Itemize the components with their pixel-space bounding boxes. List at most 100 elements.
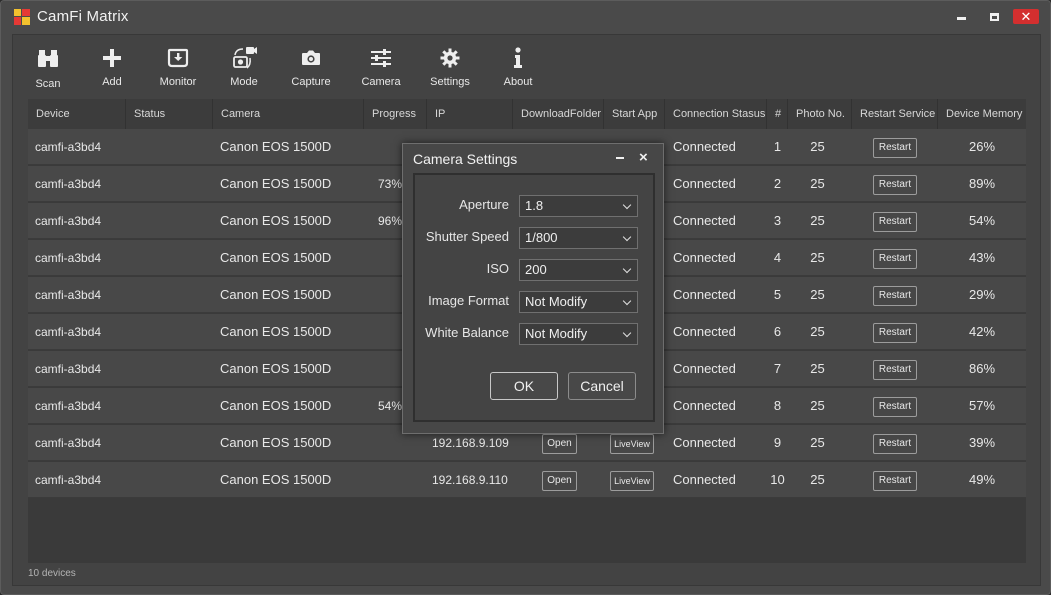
connection-status-cell: Connected — [673, 435, 736, 450]
sliders-icon — [346, 45, 416, 71]
toolbar-settings-button[interactable]: Settings — [415, 45, 485, 97]
device-name-cell: camfi-a3bd4 — [35, 325, 102, 339]
table-row[interactable]: camfi-a3bd4 Canon EOS 1500D 192.168.9.110 O… — [28, 462, 1026, 498]
index-cell: 7 — [773, 361, 782, 376]
column-header-camera[interactable]: Camera — [213, 99, 364, 129]
maximize-window-button[interactable] — [981, 9, 1007, 24]
shutter-speed-label: Shutter Speed — [425, 229, 509, 244]
index-cell: 1 — [773, 139, 782, 154]
app-title: CamFi Matrix — [37, 8, 129, 25]
index-cell: 10 — [770, 472, 785, 487]
device-memory-cell: 42% — [968, 324, 996, 339]
aperture-select[interactable]: 1.8 — [519, 195, 638, 217]
index-cell: 6 — [773, 324, 782, 339]
shutter-speed-value: 1/800 — [525, 230, 558, 245]
restart-service-button[interactable]: Restart — [873, 286, 917, 306]
toolbar-camera-button[interactable]: Camera — [346, 45, 416, 97]
chevron-down-icon — [622, 200, 632, 210]
toolbar-label: Capture — [291, 76, 331, 88]
gear-icon — [415, 45, 485, 71]
minimize-window-button[interactable] — [949, 9, 975, 24]
camera-model-cell: Canon EOS 1500D — [220, 398, 332, 413]
index-cell: 3 — [773, 213, 782, 228]
restart-service-button[interactable]: Restart — [873, 323, 917, 343]
restart-service-button[interactable]: Restart — [873, 212, 917, 232]
aperture-value: 1.8 — [525, 198, 544, 213]
column-header-index[interactable]: # — [767, 99, 788, 129]
device-name-cell: camfi-a3bd4 — [35, 362, 102, 376]
column-header-download-folder[interactable]: DownloadFolder — [513, 99, 604, 129]
toolbar-label: Settings — [430, 76, 470, 88]
camera-icon — [276, 45, 346, 71]
connection-status-cell: Connected — [673, 324, 736, 339]
camera-model-cell: Canon EOS 1500D — [220, 176, 332, 191]
ok-button[interactable]: OK — [490, 372, 558, 400]
device-memory-cell: 49% — [968, 472, 996, 487]
restart-service-button[interactable]: Restart — [873, 249, 917, 269]
column-header-connection-status[interactable]: Connection Stasus — [665, 99, 767, 129]
status-bar: 10 devices — [28, 568, 76, 579]
device-name-cell: camfi-a3bd4 — [35, 177, 102, 191]
device-name-cell: camfi-a3bd4 — [35, 214, 102, 228]
iso-select[interactable]: 200 — [519, 259, 638, 281]
info-icon — [483, 45, 553, 71]
toolbar-monitor-button[interactable]: Monitor — [143, 45, 213, 97]
image-format-select[interactable]: Not Modify — [519, 291, 638, 313]
connection-status-cell: Connected — [673, 213, 736, 228]
progress-cell: 96% — [378, 214, 403, 228]
column-header-ip[interactable]: IP — [427, 99, 513, 129]
toolbar-capture-button[interactable]: Capture — [276, 45, 346, 97]
restart-service-button[interactable]: Restart — [873, 471, 917, 491]
open-folder-button[interactable]: Open — [542, 434, 577, 454]
column-header-photo-no[interactable]: Photo No. — [788, 99, 852, 129]
device-name-cell: camfi-a3bd4 — [35, 251, 102, 265]
restart-service-button[interactable]: Restart — [873, 175, 917, 195]
dialog-minimize-button[interactable] — [616, 157, 624, 159]
white-balance-label: White Balance — [425, 325, 509, 340]
column-header-device[interactable]: Device — [28, 99, 126, 129]
camera-settings-dialog: Camera Settings × Aperture 1.8 Shutter S… — [402, 143, 664, 434]
app-window: CamFi Matrix ✕ Scan Add Monitor Mode Cap… — [0, 0, 1051, 595]
restart-service-button[interactable]: Restart — [873, 138, 917, 158]
chevron-down-icon — [622, 232, 632, 242]
restart-service-button[interactable]: Restart — [873, 360, 917, 380]
device-memory-cell: 26% — [968, 139, 996, 154]
column-header-device-memory[interactable]: Device Memory — [938, 99, 1026, 129]
toolbar-label: Scan — [35, 78, 61, 90]
toolbar-mode-button[interactable]: Mode — [209, 45, 279, 97]
white-balance-select[interactable]: Not Modify — [519, 323, 638, 345]
toolbar-add-button[interactable]: Add — [77, 45, 147, 97]
restart-service-button[interactable]: Restart — [873, 434, 917, 454]
shutter-speed-select[interactable]: 1/800 — [519, 227, 638, 249]
dialog-body: Aperture 1.8 Shutter Speed 1/800 ISO 200… — [413, 173, 655, 422]
column-header-status[interactable]: Status — [126, 99, 213, 129]
toolbar-scan-button[interactable]: Scan — [13, 45, 83, 97]
device-memory-cell: 43% — [968, 250, 996, 265]
camera-model-cell: Canon EOS 1500D — [220, 324, 332, 339]
camera-model-cell: Canon EOS 1500D — [220, 472, 332, 487]
liveview-button[interactable]: LiveView — [610, 434, 654, 454]
photo-no-cell: 25 — [810, 176, 825, 191]
liveview-button[interactable]: LiveView — [610, 471, 654, 491]
toolbar-about-button[interactable]: About — [483, 45, 553, 97]
restart-service-button[interactable]: Restart — [873, 397, 917, 417]
cancel-button[interactable]: Cancel — [568, 372, 636, 400]
camera-model-cell: Canon EOS 1500D — [220, 435, 332, 450]
photo-no-cell: 25 — [810, 472, 825, 487]
column-header-restart-service[interactable]: Restart Service — [852, 99, 938, 129]
device-memory-cell: 86% — [968, 361, 996, 376]
dialog-close-button[interactable]: × — [639, 149, 648, 166]
open-folder-button[interactable]: Open — [542, 471, 577, 491]
table-header: Device Status Camera Progress IP Downloa… — [28, 99, 1026, 129]
image-format-value: Not Modify — [525, 294, 588, 309]
column-header-start-app[interactable]: Start App — [604, 99, 665, 129]
index-cell: 9 — [773, 435, 782, 450]
close-window-button[interactable]: ✕ — [1013, 9, 1039, 24]
photo-no-cell: 25 — [810, 324, 825, 339]
column-header-progress[interactable]: Progress — [364, 99, 427, 129]
photo-no-cell: 25 — [810, 139, 825, 154]
index-cell: 4 — [773, 250, 782, 265]
chevron-down-icon — [622, 328, 632, 338]
device-name-cell: camfi-a3bd4 — [35, 473, 102, 487]
toolbar: Scan Add Monitor Mode Capture Camera Set… — [13, 35, 1040, 99]
